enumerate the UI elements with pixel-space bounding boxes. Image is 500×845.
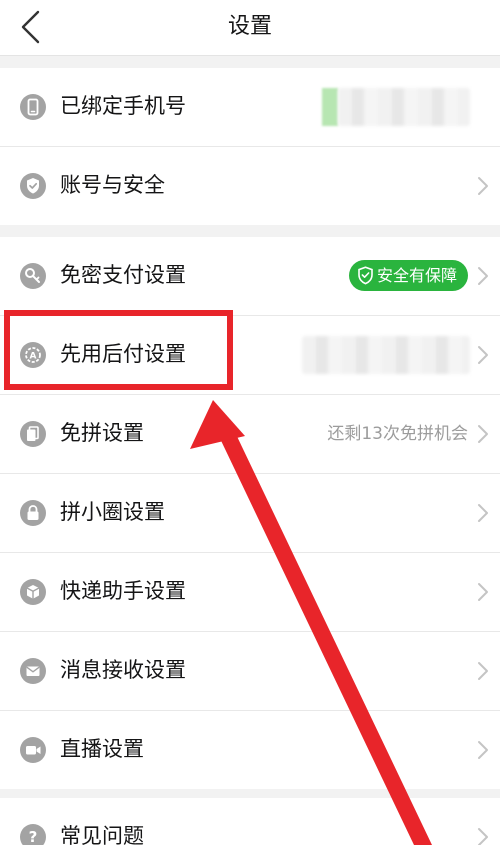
chevron-right-icon (478, 504, 488, 522)
chevron-right-icon (478, 662, 488, 680)
lock-icon (20, 500, 46, 526)
redacted-value (302, 336, 470, 374)
settings-group-help: ? 常见问题 (0, 798, 500, 845)
chevron-right-icon (478, 741, 488, 759)
svg-text:A: A (30, 352, 37, 362)
settings-row-label: 免密支付设置 (60, 263, 186, 287)
key-icon (20, 263, 46, 289)
settings-row-label: 免拼设置 (60, 421, 144, 445)
settings-row-label: 账号与安全 (60, 173, 165, 197)
security-badge: 安全有保障 (348, 260, 468, 291)
chevron-right-icon (478, 583, 488, 601)
settings-row-live-stream[interactable]: 直播设置 (0, 711, 500, 789)
settings-row-group-free[interactable]: 免拼设置 还剩13次免拼机会 (0, 395, 500, 474)
navigation-bar: 设置 (0, 0, 500, 56)
mail-icon (20, 658, 46, 684)
video-camera-icon (20, 737, 46, 763)
cards-icon (20, 421, 46, 447)
settings-row-label: 消息接收设置 (60, 658, 186, 682)
settings-row-account-security[interactable]: 账号与安全 (0, 147, 500, 225)
question-icon: ? (20, 824, 46, 845)
settings-row-faq[interactable]: ? 常见问题 (0, 798, 500, 845)
settings-row-pay-later[interactable]: A 先用后付设置 (0, 316, 500, 395)
security-badge-text: 安全有保障 (376, 266, 457, 285)
chevron-right-icon (478, 177, 488, 195)
settings-row-phone[interactable]: 已绑定手机号 (0, 68, 500, 147)
settings-row-circle[interactable]: 拼小圈设置 (0, 474, 500, 553)
settings-row-label: 先用后付设置 (60, 342, 186, 366)
chevron-right-icon (478, 828, 488, 845)
settings-row-label: 直播设置 (60, 737, 144, 761)
phone-icon (20, 94, 46, 120)
settings-row-delivery-assistant[interactable]: 快递助手设置 (0, 553, 500, 632)
page-title: 设置 (227, 14, 272, 39)
chevron-right-icon (478, 346, 488, 364)
settings-group-account: 已绑定手机号 账号与安全 (0, 68, 500, 225)
package-icon (20, 579, 46, 605)
badge-a-icon: A (20, 342, 46, 368)
redacted-phone-number (322, 88, 338, 126)
chevron-right-icon (478, 267, 488, 285)
shield-check-icon (358, 266, 373, 285)
shield-icon (20, 173, 46, 199)
settings-row-password-free-payment[interactable]: 免密支付设置 安全有保障 (0, 237, 500, 316)
settings-row-label: 已绑定手机号 (60, 94, 186, 118)
svg-text:?: ? (29, 828, 38, 845)
settings-group-features: 免密支付设置 安全有保障 A 先用后付设置 免拼设置 还剩13次免拼机会 拼小圈… (0, 237, 500, 789)
settings-row-label: 常见问题 (60, 824, 144, 845)
group-free-remaining: 还剩13次免拼机会 (327, 424, 468, 444)
settings-row-label: 快递助手设置 (60, 579, 186, 603)
redacted-phone-number (338, 88, 470, 126)
settings-row-message-receive[interactable]: 消息接收设置 (0, 632, 500, 711)
chevron-right-icon (478, 425, 488, 443)
settings-row-label: 拼小圈设置 (60, 500, 165, 524)
